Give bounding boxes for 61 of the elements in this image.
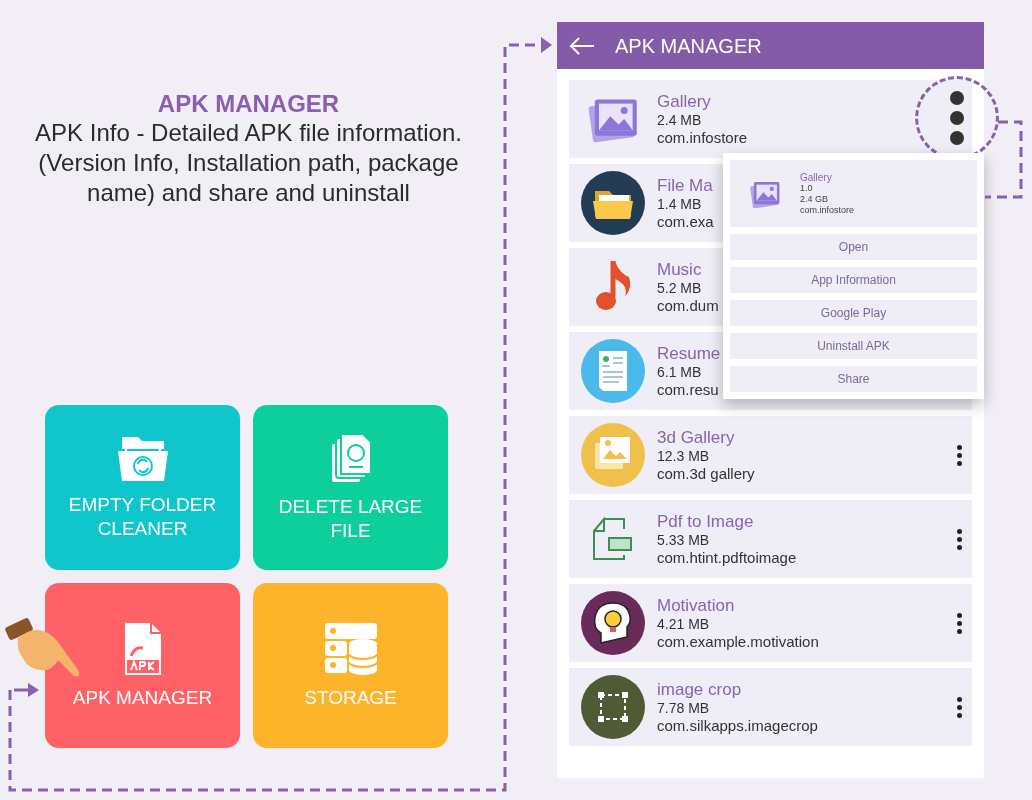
app-size: 12.3 MB <box>657 446 710 465</box>
package-name: com.dum <box>657 296 719 315</box>
promo-description: APK Info - Detailed APK file information. (Version Info, Installation path, package name) and share and uninstall <box>34 118 463 208</box>
head-with-lightbulb-icon <box>581 591 645 655</box>
folder-icon <box>581 171 645 235</box>
app-size: 7.78 MB <box>657 698 710 717</box>
photos-icon <box>581 423 645 487</box>
app-name: Motivation <box>657 595 735 615</box>
pointing-hand-icon <box>4 617 80 677</box>
menu-item[interactable]: Google Play <box>730 300 977 326</box>
package-name: com.htint.pdftoimage <box>657 548 797 567</box>
app-name: 3d Gallery <box>657 427 735 447</box>
package-name: com.exa <box>657 212 714 231</box>
menu-item[interactable]: Open <box>730 234 977 260</box>
app-row[interactable]: 3d Gallery 12.3 MB com.3d gallery <box>569 416 972 494</box>
app-size: 5.2 MB <box>657 278 702 297</box>
back-icon[interactable] <box>569 35 595 56</box>
tile-label: APK MANAGER <box>72 685 213 710</box>
pdf-file-icon <box>592 517 634 561</box>
app-row[interactable]: Pdf to Image 5.33 MB com.htint.pdftoimage <box>569 500 972 578</box>
app-name: Gallery <box>800 171 833 183</box>
more-options-icon[interactable] <box>957 444 962 466</box>
more-options-icon[interactable] <box>957 528 962 550</box>
app-size: 5.33 MB <box>657 530 710 549</box>
app-name: image crop <box>657 679 742 699</box>
crop-frame-icon <box>581 675 645 739</box>
app-name: Gallery <box>657 91 711 111</box>
feature-tile[interactable]: APK MANAGER <box>45 583 240 748</box>
menu-item[interactable]: Uninstall APK <box>730 333 977 359</box>
app-name: Music <box>657 259 702 279</box>
package-name: com.resu <box>657 380 719 399</box>
app-name: Resume <box>657 343 721 363</box>
app-row[interactable]: Gallery 2.4 MB com.infostore <box>569 80 972 158</box>
app-row[interactable]: image crop 7.78 MB com.silkapps.imagecrop <box>569 668 972 746</box>
apk-file-icon <box>122 621 163 676</box>
menu-item[interactable]: App Information <box>730 267 977 293</box>
app-size: 1.4 MB <box>657 194 702 213</box>
tile-label: STORAGE <box>304 685 397 710</box>
app-size: 2.4 MB <box>657 110 702 129</box>
app-version: 1.0 <box>800 182 813 194</box>
app-bar-title: APK MANAGER <box>615 33 762 59</box>
app-row[interactable]: Motivation 4.21 MB com.example.motivation <box>569 584 972 662</box>
more-options-icon[interactable] <box>957 696 962 718</box>
storage-icon <box>322 621 379 676</box>
app-size: 4.21 MB <box>657 614 710 633</box>
app-name: File Ma <box>657 175 713 195</box>
app-name: Pdf to Image <box>657 511 754 531</box>
more-options-icon[interactable] <box>957 612 962 634</box>
menu-item[interactable]: Share <box>730 366 977 392</box>
resume-document-icon <box>581 339 645 403</box>
package-name: com.example.motivation <box>657 632 819 651</box>
tile-label: EMPTY FOLDER CLEANER <box>67 492 218 541</box>
package-name: com.silkapps.imagecrop <box>657 716 818 735</box>
promo-title: APK MANAGER <box>157 90 340 118</box>
package-name: com.infostore <box>657 128 748 147</box>
app-size: 6.1 MB <box>657 362 702 381</box>
app-size: 2.4 GB <box>800 193 829 205</box>
tile-label: DELETE LARGE FILE <box>277 494 424 543</box>
package-name: com.3d gallery <box>657 464 755 483</box>
folder-icon <box>115 434 170 483</box>
package-name: com.infostore <box>800 204 855 216</box>
